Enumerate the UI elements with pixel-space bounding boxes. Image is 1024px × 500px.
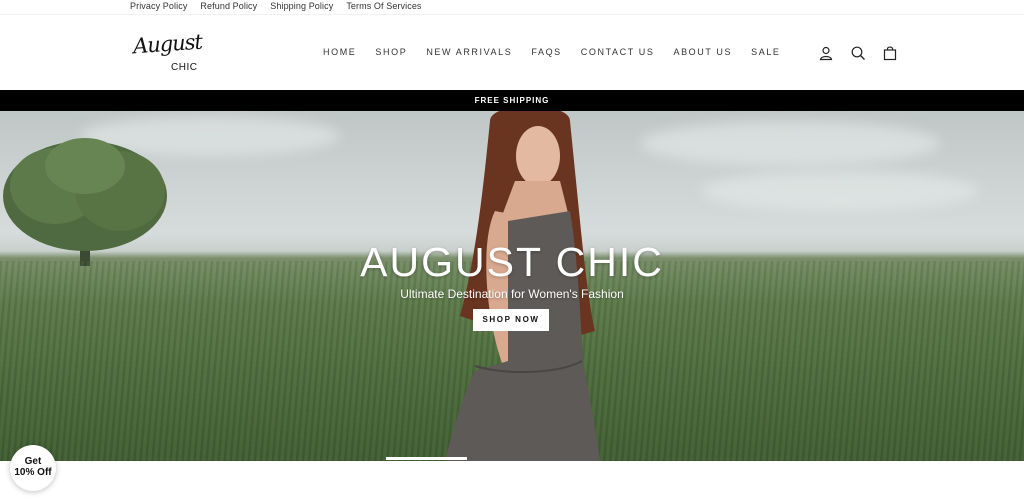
slide-indicator[interactable] [386, 457, 467, 460]
site-header: August CHIC HOME SHOP NEW ARRIVALS FAQS … [0, 14, 1024, 90]
main-nav: HOME SHOP NEW ARRIVALS FAQS CONTACT US A… [323, 47, 781, 57]
hero-banner: AUGUST CHIC Ultimate Destination for Wom… [0, 111, 1024, 461]
promo-line-1: Get [24, 456, 42, 467]
nav-contact-us[interactable]: CONTACT US [581, 47, 655, 57]
utility-links: Privacy Policy Refund Policy Shipping Po… [130, 1, 422, 11]
refund-policy-link[interactable]: Refund Policy [200, 1, 257, 11]
utility-bar: Privacy Policy Refund Policy Shipping Po… [0, 0, 1024, 14]
logo-script-text: August [132, 29, 203, 59]
hero-subtitle: Ultimate Destination for Women's Fashion [400, 287, 624, 301]
nav-sale[interactable]: SALE [751, 47, 780, 57]
logo-sub-text: CHIC [171, 62, 198, 73]
announcement-text: FREE SHIPPING [474, 96, 550, 105]
nav-faqs[interactable]: FAQS [531, 47, 561, 57]
account-icon[interactable] [818, 45, 834, 61]
site-logo[interactable]: August CHIC [132, 29, 203, 77]
search-icon[interactable] [850, 45, 866, 61]
hero-title: AUGUST CHIC [360, 239, 664, 285]
nav-about-us[interactable]: ABOUT US [673, 47, 732, 57]
nav-new-arrivals[interactable]: NEW ARRIVALS [426, 47, 512, 57]
announcement-bar: FREE SHIPPING [0, 90, 1024, 111]
cloud [640, 121, 940, 166]
cloud [700, 171, 980, 211]
cart-icon[interactable] [882, 45, 898, 61]
model-image [445, 111, 600, 461]
terms-of-services-link[interactable]: Terms Of Services [346, 1, 421, 11]
nav-shop[interactable]: SHOP [375, 47, 407, 57]
nav-home[interactable]: HOME [323, 47, 356, 57]
header-icons [818, 45, 898, 61]
discount-popup-button[interactable]: Get 10% Off [10, 445, 56, 491]
shop-now-button[interactable]: SHOP NOW [473, 309, 549, 331]
promo-line-2: 10% Off [14, 467, 52, 478]
shipping-policy-link[interactable]: Shipping Policy [270, 1, 333, 11]
privacy-policy-link[interactable]: Privacy Policy [130, 1, 187, 11]
